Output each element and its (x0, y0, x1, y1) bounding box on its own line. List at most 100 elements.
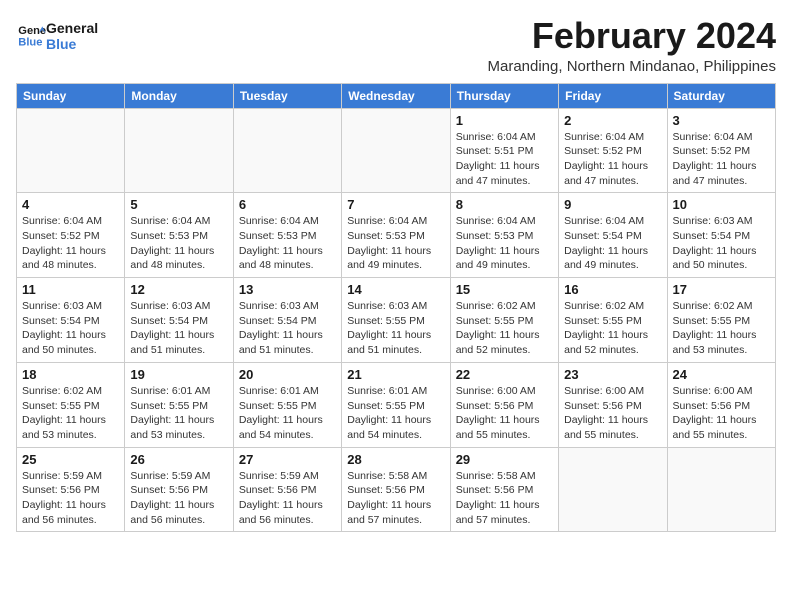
day-number: 21 (347, 367, 444, 382)
calendar-cell: 29 Sunrise: 5:58 AMSunset: 5:56 PMDayligh… (450, 447, 558, 532)
weekday-header-sunday: Sunday (17, 83, 125, 108)
calendar-cell: 3Sunrise: 6:04 AMSunset: 5:52 PMDaylight… (667, 108, 775, 193)
logo-icon: General Blue (18, 23, 46, 47)
weekday-header-row: SundayMondayTuesdayWednesdayThursdayFrid… (17, 83, 776, 108)
day-number: 3 (673, 113, 770, 128)
day-number: 1 (456, 113, 553, 128)
day-number: 4 (22, 197, 119, 212)
calendar-cell: 24 Sunrise: 6:00 AMSunset: 5:56 PMDayligh… (667, 362, 775, 447)
day-number: 9 (564, 197, 661, 212)
day-info: Sunrise: 6:01 AMSunset: 5:55 PMDaylight:… (347, 384, 444, 443)
calendar-cell: 20 Sunrise: 6:01 AMSunset: 5:55 PMDayligh… (233, 362, 341, 447)
logo: General Blue General Blue (16, 20, 98, 52)
calendar-cell: 7 Sunrise: 6:04 AMSunset: 5:53 PMDaylight… (342, 193, 450, 278)
calendar-cell: 6 Sunrise: 6:04 AMSunset: 5:53 PMDaylight… (233, 193, 341, 278)
day-number: 2 (564, 113, 661, 128)
calendar-cell: 1 Sunrise: 6:04 AMSunset: 5:51 PMDaylight… (450, 108, 558, 193)
month-year: February 2024 (487, 16, 776, 56)
logo-line1: General (46, 20, 98, 36)
day-number: 5 (130, 197, 227, 212)
calendar-cell (667, 447, 775, 532)
svg-text:General: General (18, 25, 46, 37)
calendar-cell: 14 Sunrise: 6:03 AMSunset: 5:55 PMDayligh… (342, 278, 450, 363)
day-info: Sunrise: 6:03 AMSunset: 5:54 PMDaylight:… (130, 299, 227, 358)
day-number: 11 (22, 282, 119, 297)
calendar-cell: 13 Sunrise: 6:03 AMSunset: 5:54 PMDayligh… (233, 278, 341, 363)
week-row-5: 25Sunrise: 5:59 AMSunset: 5:56 PMDayligh… (17, 447, 776, 532)
day-number: 26 (130, 452, 227, 467)
calendar-cell: 25Sunrise: 5:59 AMSunset: 5:56 PMDayligh… (17, 447, 125, 532)
day-number: 8 (456, 197, 553, 212)
weekday-header-monday: Monday (125, 83, 233, 108)
calendar: SundayMondayTuesdayWednesdayThursdayFrid… (16, 83, 776, 533)
day-number: 18 (22, 367, 119, 382)
day-info: Sunrise: 6:04 AMSunset: 5:53 PMDaylight:… (347, 214, 444, 273)
calendar-cell: 11 Sunrise: 6:03 AMSunset: 5:54 PMDayligh… (17, 278, 125, 363)
day-info: Sunrise: 6:00 AMSunset: 5:56 PMDaylight:… (673, 384, 770, 443)
day-info: Sunrise: 6:01 AMSunset: 5:55 PMDaylight:… (239, 384, 336, 443)
day-number: 13 (239, 282, 336, 297)
day-number: 16 (564, 282, 661, 297)
calendar-cell: 4 Sunrise: 6:04 AMSunset: 5:52 PMDaylight… (17, 193, 125, 278)
day-number: 15 (456, 282, 553, 297)
calendar-cell: 21 Sunrise: 6:01 AMSunset: 5:55 PMDayligh… (342, 362, 450, 447)
calendar-cell: 27 Sunrise: 5:59 AMSunset: 5:56 PMDayligh… (233, 447, 341, 532)
calendar-cell: 16Sunrise: 6:02 AMSunset: 5:55 PMDayligh… (559, 278, 667, 363)
day-info: Sunrise: 6:04 AMSunset: 5:53 PMDaylight:… (130, 214, 227, 273)
week-row-2: 4 Sunrise: 6:04 AMSunset: 5:52 PMDaylight… (17, 193, 776, 278)
day-info: Sunrise: 6:01 AMSunset: 5:55 PMDaylight:… (130, 384, 227, 443)
calendar-cell: 17Sunrise: 6:02 AMSunset: 5:55 PMDayligh… (667, 278, 775, 363)
day-info: Sunrise: 6:03 AMSunset: 5:54 PMDaylight:… (22, 299, 119, 358)
day-info: Sunrise: 5:59 AMSunset: 5:56 PMDaylight:… (239, 469, 336, 528)
day-number: 12 (130, 282, 227, 297)
calendar-cell (233, 108, 341, 193)
day-number: 28 (347, 452, 444, 467)
calendar-cell: 15 Sunrise: 6:02 AMSunset: 5:55 PMDayligh… (450, 278, 558, 363)
day-number: 24 (673, 367, 770, 382)
day-info: Sunrise: 6:03 AMSunset: 5:54 PMDaylight:… (673, 214, 770, 273)
day-info: Sunrise: 5:59 AMSunset: 5:56 PMDaylight:… (22, 469, 119, 528)
day-number: 23 (564, 367, 661, 382)
day-number: 7 (347, 197, 444, 212)
svg-text:Blue: Blue (18, 36, 42, 47)
day-number: 20 (239, 367, 336, 382)
weekday-header-wednesday: Wednesday (342, 83, 450, 108)
day-info: Sunrise: 5:58 AMSunset: 5:56 PMDaylight:… (347, 469, 444, 528)
day-info: Sunrise: 6:03 AMSunset: 5:55 PMDaylight:… (347, 299, 444, 358)
day-number: 29 (456, 452, 553, 467)
day-info: Sunrise: 6:04 AMSunset: 5:53 PMDaylight:… (456, 214, 553, 273)
calendar-cell: 26 Sunrise: 5:59 AMSunset: 5:56 PMDayligh… (125, 447, 233, 532)
weekday-header-thursday: Thursday (450, 83, 558, 108)
calendar-cell (559, 447, 667, 532)
day-info: Sunrise: 5:58 AMSunset: 5:56 PMDaylight:… (456, 469, 553, 528)
day-number: 19 (130, 367, 227, 382)
day-info: Sunrise: 6:04 AMSunset: 5:52 PMDaylight:… (22, 214, 119, 273)
day-number: 14 (347, 282, 444, 297)
day-info: Sunrise: 6:02 AMSunset: 5:55 PMDaylight:… (22, 384, 119, 443)
calendar-cell (17, 108, 125, 193)
week-row-1: 1 Sunrise: 6:04 AMSunset: 5:51 PMDaylight… (17, 108, 776, 193)
day-info: Sunrise: 6:03 AMSunset: 5:54 PMDaylight:… (239, 299, 336, 358)
day-info: Sunrise: 5:59 AMSunset: 5:56 PMDaylight:… (130, 469, 227, 528)
day-number: 6 (239, 197, 336, 212)
calendar-cell: 2Sunrise: 6:04 AMSunset: 5:52 PMDaylight… (559, 108, 667, 193)
calendar-cell: 9Sunrise: 6:04 AMSunset: 5:54 PMDaylight… (559, 193, 667, 278)
calendar-cell: 23 Sunrise: 6:00 AMSunset: 5:56 PMDayligh… (559, 362, 667, 447)
logo-line2: Blue (46, 36, 98, 52)
day-number: 27 (239, 452, 336, 467)
title-block: February 2024 Maranding, Northern Mindan… (487, 16, 776, 75)
day-info: Sunrise: 6:02 AMSunset: 5:55 PMDaylight:… (456, 299, 553, 358)
calendar-cell: 18 Sunrise: 6:02 AMSunset: 5:55 PMDayligh… (17, 362, 125, 447)
calendar-cell (342, 108, 450, 193)
day-info: Sunrise: 6:00 AMSunset: 5:56 PMDaylight:… (564, 384, 661, 443)
day-info: Sunrise: 6:04 AMSunset: 5:51 PMDaylight:… (456, 130, 553, 189)
calendar-cell: 10 Sunrise: 6:03 AMSunset: 5:54 PMDayligh… (667, 193, 775, 278)
day-number: 10 (673, 197, 770, 212)
location: Maranding, Northern Mindanao, Philippine… (487, 58, 776, 75)
day-info: Sunrise: 6:02 AMSunset: 5:55 PMDaylight:… (673, 299, 770, 358)
day-info: Sunrise: 6:04 AMSunset: 5:53 PMDaylight:… (239, 214, 336, 273)
day-info: Sunrise: 6:00 AMSunset: 5:56 PMDaylight:… (456, 384, 553, 443)
calendar-cell (125, 108, 233, 193)
week-row-3: 11 Sunrise: 6:03 AMSunset: 5:54 PMDayligh… (17, 278, 776, 363)
calendar-cell: 19 Sunrise: 6:01 AMSunset: 5:55 PMDayligh… (125, 362, 233, 447)
